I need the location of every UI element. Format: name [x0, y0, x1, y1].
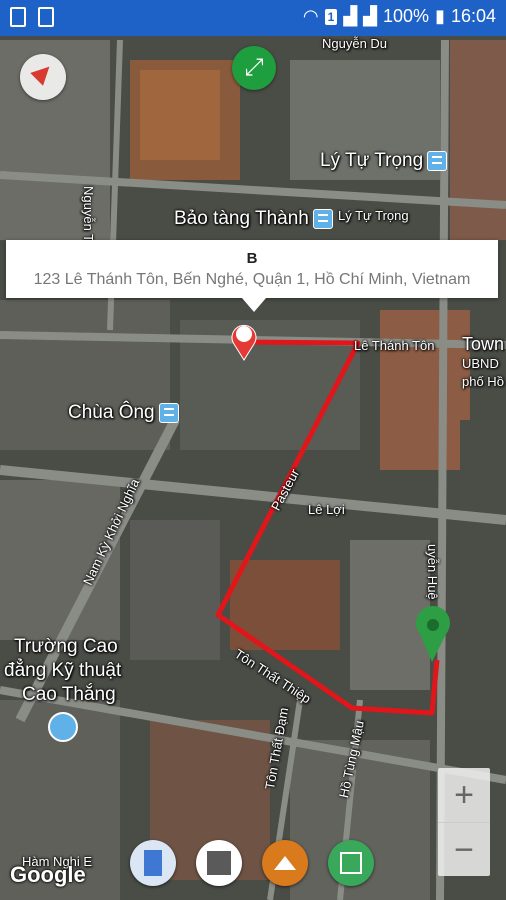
gallery-button[interactable] [328, 840, 374, 886]
google-maps-icon [207, 851, 231, 875]
street-label-le-thanh-ton: Lê Thánh Tôn [354, 338, 435, 353]
battery-percent: 100% [383, 6, 430, 26]
google-maps-button[interactable] [196, 840, 242, 886]
image-icon [340, 852, 362, 874]
poi-label-chua-ong: Chùa Ông [68, 402, 179, 424]
status-bar: ◠ 1 ▟ ▟ 100% ▮ 16:04 [0, 0, 506, 36]
school-icon [48, 712, 78, 742]
poi-label-bao-tang: Bảo tàng Thành [174, 208, 333, 230]
poi-label-ubnd: UBND [462, 356, 499, 371]
street-label-nguyen-hue: uyễn Huệ [425, 544, 440, 600]
google-attribution: Google [10, 862, 86, 887]
zoom-in-button[interactable]: + [438, 768, 490, 823]
info-window[interactable]: B 123 Lê Thánh Tôn, Bến Nghé, Quận 1, Hồ… [6, 240, 498, 312]
zoom-controls: + − [438, 768, 490, 876]
map-view[interactable]: Nguyễn Du Lý Tự Trọng Lý Tự Trọng Bảo tà… [0, 36, 506, 900]
map-icon [144, 850, 162, 876]
transit-icon [427, 150, 448, 171]
landscape-icon [274, 856, 296, 870]
recenter-icon: ⤢ [244, 54, 264, 81]
map-type-button[interactable] [130, 840, 176, 886]
signal-icon: ▟ [343, 6, 358, 26]
poi-label-town: Town [462, 334, 505, 354]
street-label-nguyen-trung: Nguyễn Tr [81, 186, 96, 246]
street-label-le-loi: Lê Lợi [308, 502, 345, 517]
poi-label-truong-cao-3: Cao Thắng [22, 684, 116, 705]
museum-icon [312, 208, 333, 229]
poi-label-truong-cao-2: đẳng Kỹ thuật [4, 660, 122, 681]
battery-notification-icon [38, 7, 54, 27]
clock: 16:04 [450, 6, 496, 26]
street-label-ly-tu-trong: Lý Tự Trọng [338, 208, 409, 223]
battery-icon: ▮ [435, 6, 445, 26]
sim-badge: 1 [324, 8, 338, 25]
transit-icon [158, 402, 179, 423]
signal-icon-2: ▟ [363, 6, 377, 26]
poi-label-pho-ho: phố Hồ [462, 374, 504, 389]
poi-label-ly-tu-trong: Lý Tự Trọng [320, 150, 448, 172]
info-title: B [246, 250, 258, 267]
compass-button[interactable] [20, 54, 66, 100]
poi-label-truong-cao-1: Trường Cao [14, 636, 118, 657]
image-notification-icon [10, 7, 26, 27]
info-address: 123 Lê Thánh Tôn, Bến Nghé, Quận 1, Hồ C… [33, 271, 471, 288]
my-location-button[interactable]: ⤢ [232, 46, 276, 90]
street-label-nguyen-du: Nguyễn Du [322, 36, 388, 51]
wifi-icon: ◠ [302, 6, 319, 26]
zoom-out-button[interactable]: − [438, 823, 490, 877]
photo-button[interactable] [262, 840, 308, 886]
